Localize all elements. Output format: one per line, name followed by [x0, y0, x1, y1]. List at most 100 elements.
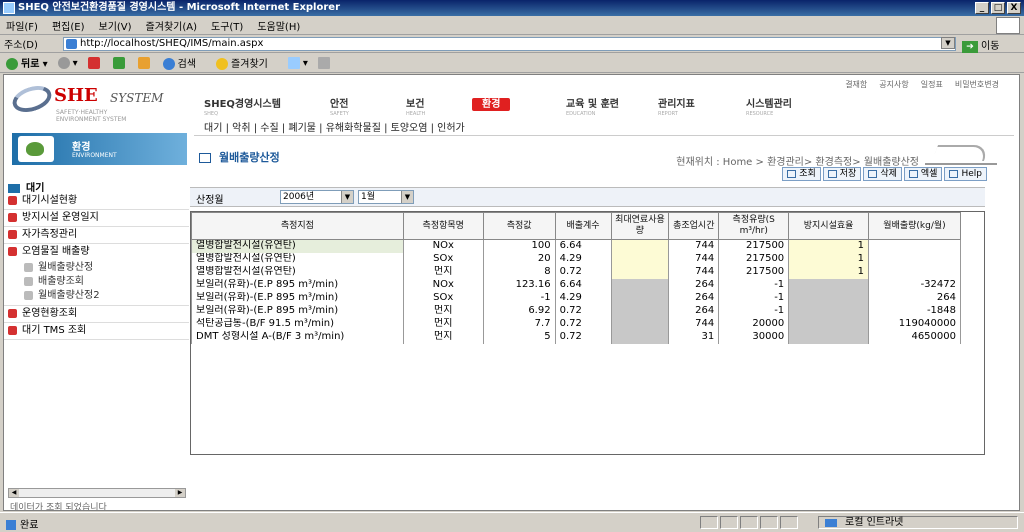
table-row[interactable]: DMT 성형시설 A-(B/F 3 m³/min) 먼지 5 0.72 31 30000 4…	[191, 330, 962, 344]
status-panels	[700, 516, 798, 529]
sub-navigation[interactable]: 대기 | 악취 | 수질 | 폐기물 | 유해화학물질 | 토양오염 | 인허가	[204, 119, 465, 134]
table-row[interactable]: 석탄공급통-(B/F 91.5 m³/min) 먼지 7.7 0.72 744 20000…	[191, 317, 962, 331]
back-button[interactable]: 뒤로 ▾	[6, 55, 48, 70]
nav-report[interactable]: 관리지표 REPORT	[658, 95, 695, 117]
nav-health[interactable]: 보건 HEALTH	[406, 95, 425, 117]
col-item[interactable]: 측정항목명	[402, 212, 484, 240]
sidebar-item-pollutant-emission[interactable]: 오염물질 배출량	[4, 244, 189, 261]
minimize-button[interactable]: _	[975, 2, 989, 14]
forward-button[interactable]: ▾	[57, 56, 78, 69]
sidebar-item-self-measurement[interactable]: 자가측정관리	[4, 227, 189, 244]
col-site[interactable]: 측정지점	[191, 212, 404, 240]
col-monthly-emission[interactable]: 월배출량(kg/월)	[867, 212, 962, 240]
link-password[interactable]: 비밀번호변경	[955, 79, 999, 90]
star-icon	[216, 58, 229, 70]
col-coefficient[interactable]: 배출계수	[554, 212, 612, 240]
sidebar-item-operation-status[interactable]: 운영현황조회	[4, 306, 189, 323]
menu-bar: 파일(F) 편집(E) 보기(V) 즐겨찾기(A) 도구(T) 도움말(H)	[0, 16, 1024, 35]
maximize-button[interactable]: □	[991, 2, 1005, 14]
nav-environment[interactable]: 환경	[472, 95, 511, 111]
page-done-icon	[6, 520, 16, 530]
save-button[interactable]: 저장	[822, 167, 862, 181]
link-approval[interactable]: 결재함	[845, 79, 867, 90]
scroll-left-icon[interactable]: ◀	[9, 489, 19, 497]
search-condition-row: 산정월 2006년 ▼ 1월 ▼	[190, 187, 985, 207]
table-row[interactable]: 열병합발전시설(유연탄) NOx 100 6.64 744 217500 1	[191, 239, 962, 253]
nav-system-admin[interactable]: 시스템관리 RESOURCE	[746, 95, 792, 117]
status-text: 완료	[6, 516, 38, 531]
delete-button[interactable]: 삭제	[863, 167, 902, 181]
link-notice[interactable]: 공지사항	[879, 79, 908, 90]
address-dropdown[interactable]: ▼	[941, 37, 955, 49]
save-icon	[827, 169, 837, 178]
mail-icon	[287, 56, 300, 69]
sidebar-subitem-emission-query[interactable]: 배출량조회	[4, 275, 189, 289]
divider	[194, 135, 1014, 136]
sidebar-subitem-monthly-calc[interactable]: 월배출량산정	[4, 261, 189, 275]
sidebar-item-tms[interactable]: 대기 TMS 조회	[4, 323, 189, 340]
close-button[interactable]: X	[1007, 2, 1021, 14]
favorites-button[interactable]: 즐겨찾기	[216, 55, 278, 70]
menu-view[interactable]: 보기(V)	[99, 18, 132, 33]
sidebar-item-air-facilities[interactable]: 대기시설현황	[4, 193, 189, 210]
ie-app-icon	[3, 2, 15, 14]
home-icon	[137, 56, 150, 69]
help-button[interactable]: Help	[944, 167, 987, 181]
table-row[interactable]: 보일러(유화)-(E.P 895 m³/min) 먼지 6.92 0.72 264 -1-…	[191, 304, 962, 318]
sidebar-subitem-monthly-calc2[interactable]: 월배출량산정2	[4, 289, 189, 306]
refresh-button[interactable]	[112, 56, 128, 69]
intranet-icon	[825, 519, 837, 527]
month-select[interactable]: 1월 ▼	[358, 190, 414, 204]
col-value[interactable]: 측정값	[482, 212, 556, 240]
table-row[interactable]: 보일러(유화)-(E.P 895 m³/min) NOx 123.16 6.64 264…	[191, 278, 962, 292]
chevron-down-icon: ▼	[341, 191, 353, 203]
page-title: 월배출량산정	[199, 149, 280, 165]
status-bar: 완료 로컬 인트라넷	[0, 512, 1024, 532]
col-efficiency[interactable]: 방지시설효율	[788, 212, 869, 240]
stop-button[interactable]	[87, 56, 103, 69]
col-flow[interactable]: 측정유량(S m³/hr)	[718, 212, 790, 240]
sidebar-item-prevention-log[interactable]: 방지시설 운영일지	[4, 210, 189, 227]
nav-safety[interactable]: 안전 SAFETY	[330, 95, 349, 117]
logo-ring-icon	[9, 81, 55, 117]
scroll-right-icon[interactable]: ▶	[175, 489, 185, 497]
excel-button[interactable]: 엑셀	[903, 167, 943, 181]
left-sidebar: 대기 대기시설현황 방지시설 운영일지 자가측정관리 오염물질 배출량 월배출량…	[4, 175, 189, 493]
top-utility-links: 결재함 공지사항 일정표 비밀번호변경	[845, 79, 999, 90]
address-url: http://localhost/SHEQ/IMS/main.aspx	[80, 38, 264, 49]
menu-help[interactable]: 도움말(H)	[257, 18, 300, 33]
go-arrow-icon: ➔	[962, 41, 978, 53]
search-icon	[787, 169, 797, 178]
bullet-icon	[8, 195, 17, 205]
table-row[interactable]: 열병합발전시설(유연탄) 먼지 8 0.72 744 217500 1	[191, 265, 962, 279]
menu-edit[interactable]: 편집(E)	[52, 18, 85, 33]
menu-file[interactable]: 파일(F)	[6, 18, 38, 33]
menu-tools[interactable]: 도구(T)	[211, 18, 243, 33]
nav-education[interactable]: 교육 및 훈련 EDUCATION	[566, 95, 619, 117]
left-horizontal-scrollbar[interactable]: ◀ ▶	[8, 488, 186, 498]
chevron-down-icon: ▼	[401, 191, 413, 203]
left-category-banner: 환경 ENVIRONMENT	[12, 133, 187, 165]
go-button[interactable]: ➔ 이동	[962, 37, 999, 53]
month-label: 산정월	[196, 195, 224, 206]
table-row[interactable]: 보일러(유화)-(E.P 895 m³/min) SOx -1 4.29 264 -1 26…	[191, 291, 962, 305]
search-button[interactable]: 조회	[782, 167, 821, 181]
link-schedule[interactable]: 일정표	[921, 79, 943, 90]
col-max-fuel[interactable]: 최대연료사용량	[610, 212, 670, 240]
mail-button[interactable]: ▾	[287, 56, 308, 69]
window-titlebar: SHEQ 안전보건환경품질 경영시스템 - Microsoft Internet…	[0, 0, 1024, 16]
web-page: SHE SYSTEM SAFETY·HEALTHY ENVIRONMENT SY…	[3, 74, 1020, 511]
menu-favorites[interactable]: 즐겨찾기(A)	[146, 18, 197, 33]
action-buttons: 조회 저장 삭제 엑셀 Help	[782, 167, 987, 181]
address-input[interactable]: http://localhost/SHEQ/IMS/main.aspx	[63, 37, 956, 51]
table-row[interactable]: 열병합발전시설(유연탄) SOx 20 4.29 744 217500 1	[191, 252, 962, 266]
col-operating-hours[interactable]: 총조업시간	[668, 212, 720, 240]
year-select[interactable]: 2006년 ▼	[280, 190, 354, 204]
home-button[interactable]	[137, 56, 153, 69]
bullet-icon	[8, 212, 17, 222]
she-system-logo[interactable]: SHE SYSTEM SAFETY·HEALTHY ENVIRONMENT SY…	[9, 81, 182, 127]
nav-sheq[interactable]: SHEQ경영시스템 SHEQ	[204, 95, 281, 117]
search-button[interactable]: 검색	[162, 55, 206, 70]
print-button[interactable]	[317, 56, 333, 69]
address-bar: 주소(D) http://localhost/SHEQ/IMS/main.asp…	[0, 35, 1024, 53]
